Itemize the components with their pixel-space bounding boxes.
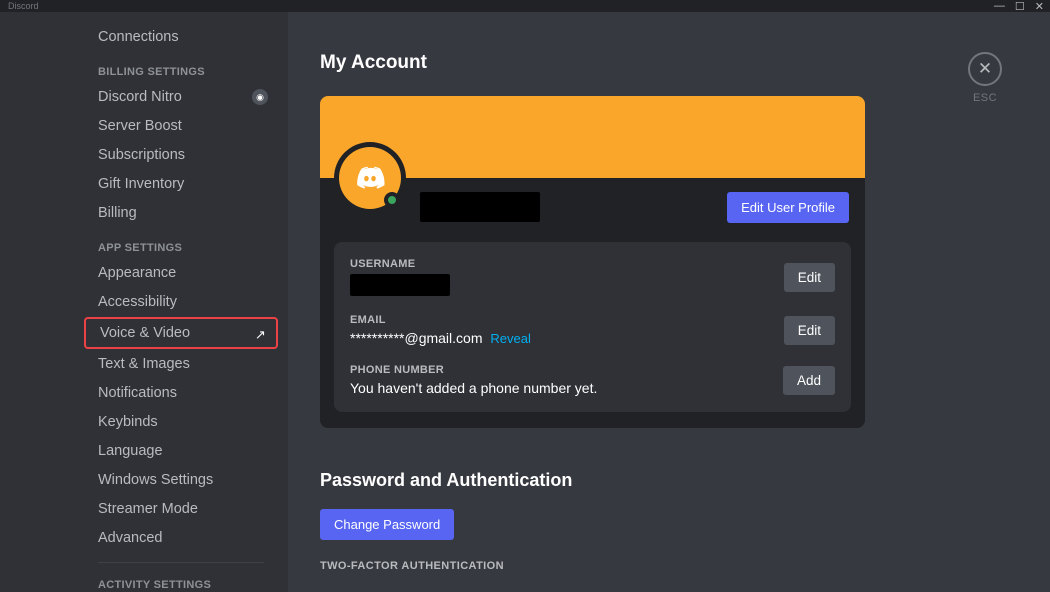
sidebar-item-advanced[interactable]: Advanced <box>84 524 278 552</box>
phone-label: PHONE NUMBER <box>350 364 597 376</box>
twofa-label: TWO-FACTOR AUTHENTICATION <box>320 560 1010 572</box>
sidebar-item-label: Discord Nitro <box>98 89 182 105</box>
sidebar-item-windows-settings[interactable]: Windows Settings <box>84 466 278 494</box>
settings-sidebar: ConnectionsBILLING SETTINGSDiscord Nitro… <box>78 12 288 592</box>
sidebar-item-gift-inventory[interactable]: Gift Inventory <box>84 170 278 198</box>
change-password-button[interactable]: Change Password <box>320 509 454 540</box>
sidebar-item-text-images[interactable]: Text & Images <box>84 350 278 378</box>
settings-content: ✕ ESC My Account Edit User Profile <box>288 12 1050 592</box>
sidebar-item-label: Subscriptions <box>98 147 185 163</box>
cursor-pointer-icon: ↖ <box>255 327 266 343</box>
window-maximize-icon[interactable]: ☐ <box>1015 0 1025 13</box>
sidebar-item-subscriptions[interactable]: Subscriptions <box>84 141 278 169</box>
email-masked: **********@gmail.com <box>350 330 483 346</box>
sidebar-item-billing[interactable]: Billing <box>84 199 278 227</box>
account-fields: USERNAME Edit EMAIL **********@gmail.com… <box>334 242 851 412</box>
sidebar-item-label: Appearance <box>98 265 176 281</box>
sidebar-item-streamer-mode[interactable]: Streamer Mode <box>84 495 278 523</box>
window-close-icon[interactable]: ✕ <box>1035 0 1044 13</box>
sidebar-group-header: BILLING SETTINGS <box>84 52 278 82</box>
sidebar-item-label: Server Boost <box>98 118 182 134</box>
field-phone: PHONE NUMBER You haven't added a phone n… <box>350 364 835 396</box>
close-icon[interactable]: ✕ <box>968 52 1002 86</box>
sidebar-item-label: Accessibility <box>98 294 177 310</box>
sidebar-item-label: Gift Inventory <box>98 176 184 192</box>
sidebar-item-connections[interactable]: Connections <box>84 23 278 51</box>
sidebar-item-label: Notifications <box>98 385 177 401</box>
phone-value: You haven't added a phone number yet. <box>350 380 597 396</box>
window-controls: — ☐ ✕ <box>994 0 1046 13</box>
reveal-email-link[interactable]: Reveal <box>490 331 530 346</box>
close-settings[interactable]: ✕ ESC <box>968 52 1002 104</box>
window-minimize-icon[interactable]: — <box>994 0 1005 13</box>
username-value <box>350 274 450 296</box>
email-label: EMAIL <box>350 314 531 326</box>
edit-user-profile-button[interactable]: Edit User Profile <box>727 192 849 223</box>
esc-label: ESC <box>973 92 997 104</box>
sidebar-item-label: Language <box>98 443 163 459</box>
sidebar-item-notifications[interactable]: Notifications <box>84 379 278 407</box>
field-username: USERNAME Edit <box>350 258 835 296</box>
sidebar-gutter <box>0 12 78 592</box>
profile-row: Edit User Profile <box>320 178 865 236</box>
titlebar-app-name: Discord <box>4 1 39 11</box>
field-email: EMAIL **********@gmail.com Reveal Edit <box>350 314 835 346</box>
account-card: Edit User Profile USERNAME Edit EMAIL **… <box>320 96 865 428</box>
sidebar-separator <box>98 562 264 563</box>
page-title: My Account <box>320 52 1010 74</box>
password-auth-title: Password and Authentication <box>320 470 1010 491</box>
sidebar-item-label: Keybinds <box>98 414 158 430</box>
sidebar-item-label: Voice & Video <box>100 325 190 341</box>
sidebar-item-discord-nitro[interactable]: Discord Nitro ◉ <box>84 83 278 111</box>
sidebar-item-label: Billing <box>98 205 137 221</box>
avatar[interactable] <box>339 147 401 209</box>
sidebar-item-label: Advanced <box>98 530 163 546</box>
titlebar: Discord — ☐ ✕ <box>0 0 1050 12</box>
sidebar-item-keybinds[interactable]: Keybinds <box>84 408 278 436</box>
sidebar-group-header: ACTIVITY SETTINGS <box>84 565 278 592</box>
email-value: **********@gmail.com Reveal <box>350 330 531 346</box>
sidebar-item-server-boost[interactable]: Server Boost <box>84 112 278 140</box>
sidebar-item-accessibility[interactable]: Accessibility <box>84 288 278 316</box>
add-phone-button[interactable]: Add <box>783 366 835 395</box>
avatar-wrap <box>334 142 406 214</box>
sidebar-item-appearance[interactable]: Appearance <box>84 259 278 287</box>
sidebar-item-label: Windows Settings <box>98 472 213 488</box>
sidebar-item-voice-video[interactable]: Voice & Video ↖ <box>84 317 278 349</box>
username-label: USERNAME <box>350 258 450 270</box>
sidebar-item-label: Connections <box>98 29 179 45</box>
sidebar-item-language[interactable]: Language <box>84 437 278 465</box>
edit-username-button[interactable]: Edit <box>784 263 835 292</box>
username-display <box>420 192 540 222</box>
discord-logo-icon <box>353 161 387 195</box>
sidebar-item-label: Text & Images <box>98 356 190 372</box>
sidebar-group-header: APP SETTINGS <box>84 228 278 258</box>
edit-email-button[interactable]: Edit <box>784 316 835 345</box>
sidebar-item-label: Streamer Mode <box>98 501 198 517</box>
status-online-icon <box>384 192 400 208</box>
nitro-badge-icon: ◉ <box>252 89 268 105</box>
